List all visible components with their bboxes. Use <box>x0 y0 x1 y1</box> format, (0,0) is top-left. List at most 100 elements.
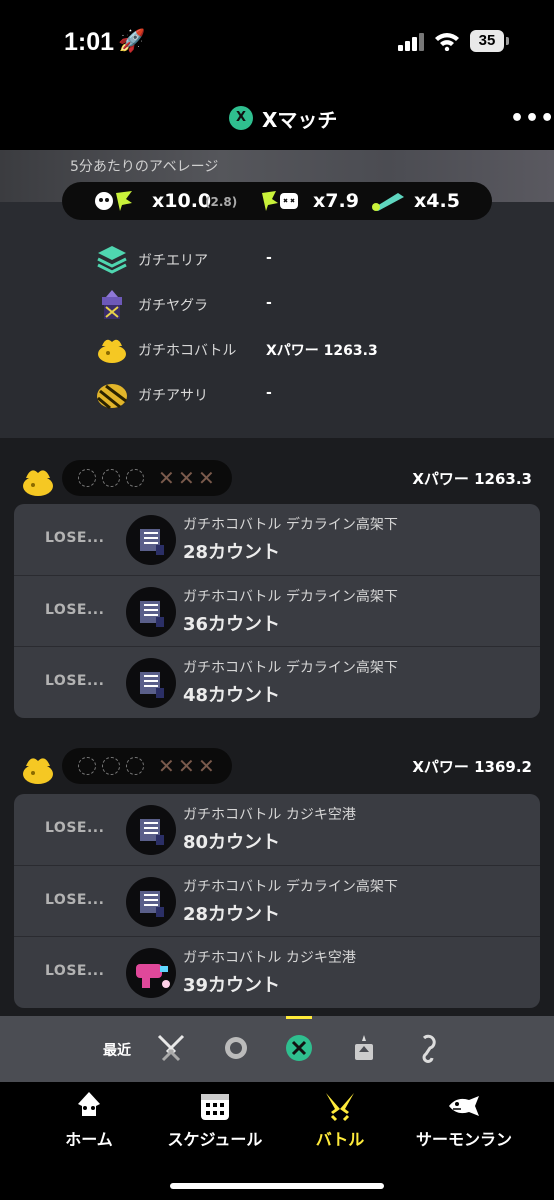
session-progress-pill: ✕ ✕ ✕ <box>62 748 232 784</box>
wifi-icon <box>435 33 459 51</box>
kill-icon <box>95 191 132 211</box>
empty-win-slot <box>126 757 144 775</box>
match-result: LOSE... <box>45 530 105 546</box>
mode-name: ガチホコバトル <box>138 343 237 359</box>
battery-icon: 35 <box>470 30 504 52</box>
clam-blitz-icon <box>97 384 127 410</box>
cellular-signal-icon <box>398 33 424 51</box>
average-stats-pill: x10.0 (2.8) x7.9 x4.5 <box>62 182 492 220</box>
status-time: 1:01 <box>64 28 115 56</box>
kills-value: x10.0 <box>152 190 212 212</box>
match-row[interactable]: LOSE... ガチホコバトル デカライン高架下 48カウント <box>14 646 540 717</box>
match-stage: ガチホコバトル デカライン高架下 <box>183 879 398 895</box>
battle-icon <box>326 1093 354 1122</box>
tab-label: バトル <box>315 1130 365 1149</box>
all-battles-filter-icon[interactable] <box>155 1032 187 1064</box>
mode-name: ガチヤグラ <box>138 298 208 314</box>
gatling-weapon-icon <box>126 515 176 565</box>
calendar-icon <box>201 1094 229 1120</box>
match-result: LOSE... <box>45 602 105 618</box>
squid-home-icon <box>78 1092 100 1116</box>
match-stage: ガチホコバトル カジキ空港 <box>183 950 356 966</box>
match-count: 80カウント <box>183 832 281 853</box>
league-battle-filter-icon[interactable] <box>348 1032 380 1064</box>
average-label: 5分あたりのアベレージ <box>70 159 219 175</box>
tab-label: スケジュール <box>167 1130 263 1149</box>
match-row[interactable]: LOSE... ガチホコバトル カジキ空港 39カウント <box>14 936 540 1007</box>
empty-win-slot <box>102 757 120 775</box>
gatling-weapon-icon <box>126 877 176 927</box>
match-count: 28カウント <box>183 542 281 563</box>
session-header: ✕ ✕ ✕ Xパワー 1263.3 <box>0 460 554 504</box>
tab-salmon-run[interactable]: サーモンラン <box>414 1090 514 1150</box>
salmon-icon <box>449 1096 479 1116</box>
tab-home[interactable]: ホーム <box>62 1090 116 1150</box>
mode-name: ガチアサリ <box>138 388 208 404</box>
tab-battle[interactable]: バトル <box>310 1090 370 1150</box>
rainmaker-icon <box>98 339 126 363</box>
mode-value: - <box>266 295 272 311</box>
death-icon <box>262 191 298 211</box>
selected-filter-indicator <box>286 1016 312 1019</box>
match-stage: ガチホコバトル デカライン高架下 <box>183 660 398 676</box>
mode-value: - <box>266 250 272 266</box>
match-card: LOSE... ガチホコバトル カジキ空港 80カウント LOSE... ガチホ… <box>14 794 540 1008</box>
mode-value: Xパワー 1263.3 <box>266 343 378 359</box>
stats-section: 5分あたりのアベレージ x10.0 (2.8) x7.9 x4.5 ガチエリア … <box>0 150 554 438</box>
loss-mark-icon: ✕ <box>158 466 175 490</box>
tab-label: サーモンラン <box>415 1130 512 1149</box>
loss-mark-icon: ✕ <box>178 466 195 490</box>
page-title: Xマッチ <box>262 108 338 132</box>
match-row[interactable]: LOSE... ガチホコバトル デカライン高架下 36カウント <box>14 575 540 646</box>
loss-mark-icon: ✕ <box>198 754 215 778</box>
mode-name: ガチエリア <box>138 253 208 269</box>
empty-win-slot <box>78 757 96 775</box>
splat-zones-icon <box>97 246 127 274</box>
match-result: LOSE... <box>45 820 105 836</box>
x-power-value: Xパワー 1369.2 <box>412 758 532 776</box>
tab-schedule[interactable]: スケジュール <box>162 1090 268 1150</box>
rainmaker-icon <box>23 470 53 496</box>
private-battle-filter-icon[interactable] <box>412 1032 444 1064</box>
deaths-value: x7.9 <box>313 190 359 212</box>
match-count: 39カウント <box>183 975 281 996</box>
gatling-weapon-icon <box>126 805 176 855</box>
match-count: 36カウント <box>183 614 281 635</box>
empty-win-slot <box>78 469 96 487</box>
tower-control-icon <box>102 290 122 319</box>
match-result: LOSE... <box>45 963 105 979</box>
loss-mark-icon: ✕ <box>178 754 195 778</box>
gatling-weapon-icon <box>126 658 176 708</box>
mode-value: - <box>266 385 272 401</box>
more-options-icon[interactable]: ••• <box>510 106 554 131</box>
app-header: X Xマッチ ••• <box>0 86 554 150</box>
gatling-weapon-icon <box>126 587 176 637</box>
rainmaker-icon <box>23 758 53 784</box>
match-stage: ガチホコバトル デカライン高架下 <box>183 589 398 605</box>
match-row[interactable]: LOSE... ガチホコバトル デカライン高架下 28カウント <box>14 504 540 575</box>
x-match-icon: X <box>229 106 253 130</box>
match-card: LOSE... ガチホコバトル デカライン高架下 28カウント LOSE... … <box>14 504 540 718</box>
special-icon <box>372 193 404 211</box>
anarchy-battle-filter-icon[interactable] <box>220 1032 252 1064</box>
session-progress-pill: ✕ ✕ ✕ <box>62 460 232 496</box>
rocket-icon: 🚀 <box>118 29 146 54</box>
empty-win-slot <box>126 469 144 487</box>
match-list: ✕ ✕ ✕ Xパワー 1263.3 LOSE... ガチホコバトル デカライン高… <box>0 438 554 1016</box>
match-result: LOSE... <box>45 892 105 908</box>
match-count: 48カウント <box>183 685 281 706</box>
match-row[interactable]: LOSE... ガチホコバトル デカライン高架下 28カウント <box>14 865 540 936</box>
assists-value: (2.8) <box>205 195 238 209</box>
match-result: LOSE... <box>45 673 105 689</box>
specials-value: x4.5 <box>414 190 460 212</box>
x-battle-filter-icon[interactable] <box>283 1032 315 1064</box>
empty-win-slot <box>102 469 120 487</box>
filter-label: 最近 <box>103 1043 131 1059</box>
match-row[interactable]: LOSE... ガチホコバトル カジキ空港 80カウント <box>14 794 540 865</box>
loss-mark-icon: ✕ <box>198 466 215 490</box>
match-stage: ガチホコバトル デカライン高架下 <box>183 517 398 533</box>
match-count: 28カウント <box>183 904 281 925</box>
pink-blaster-weapon-icon <box>126 948 176 998</box>
x-power-value: Xパワー 1263.3 <box>412 470 532 488</box>
battery-tip <box>506 37 509 45</box>
